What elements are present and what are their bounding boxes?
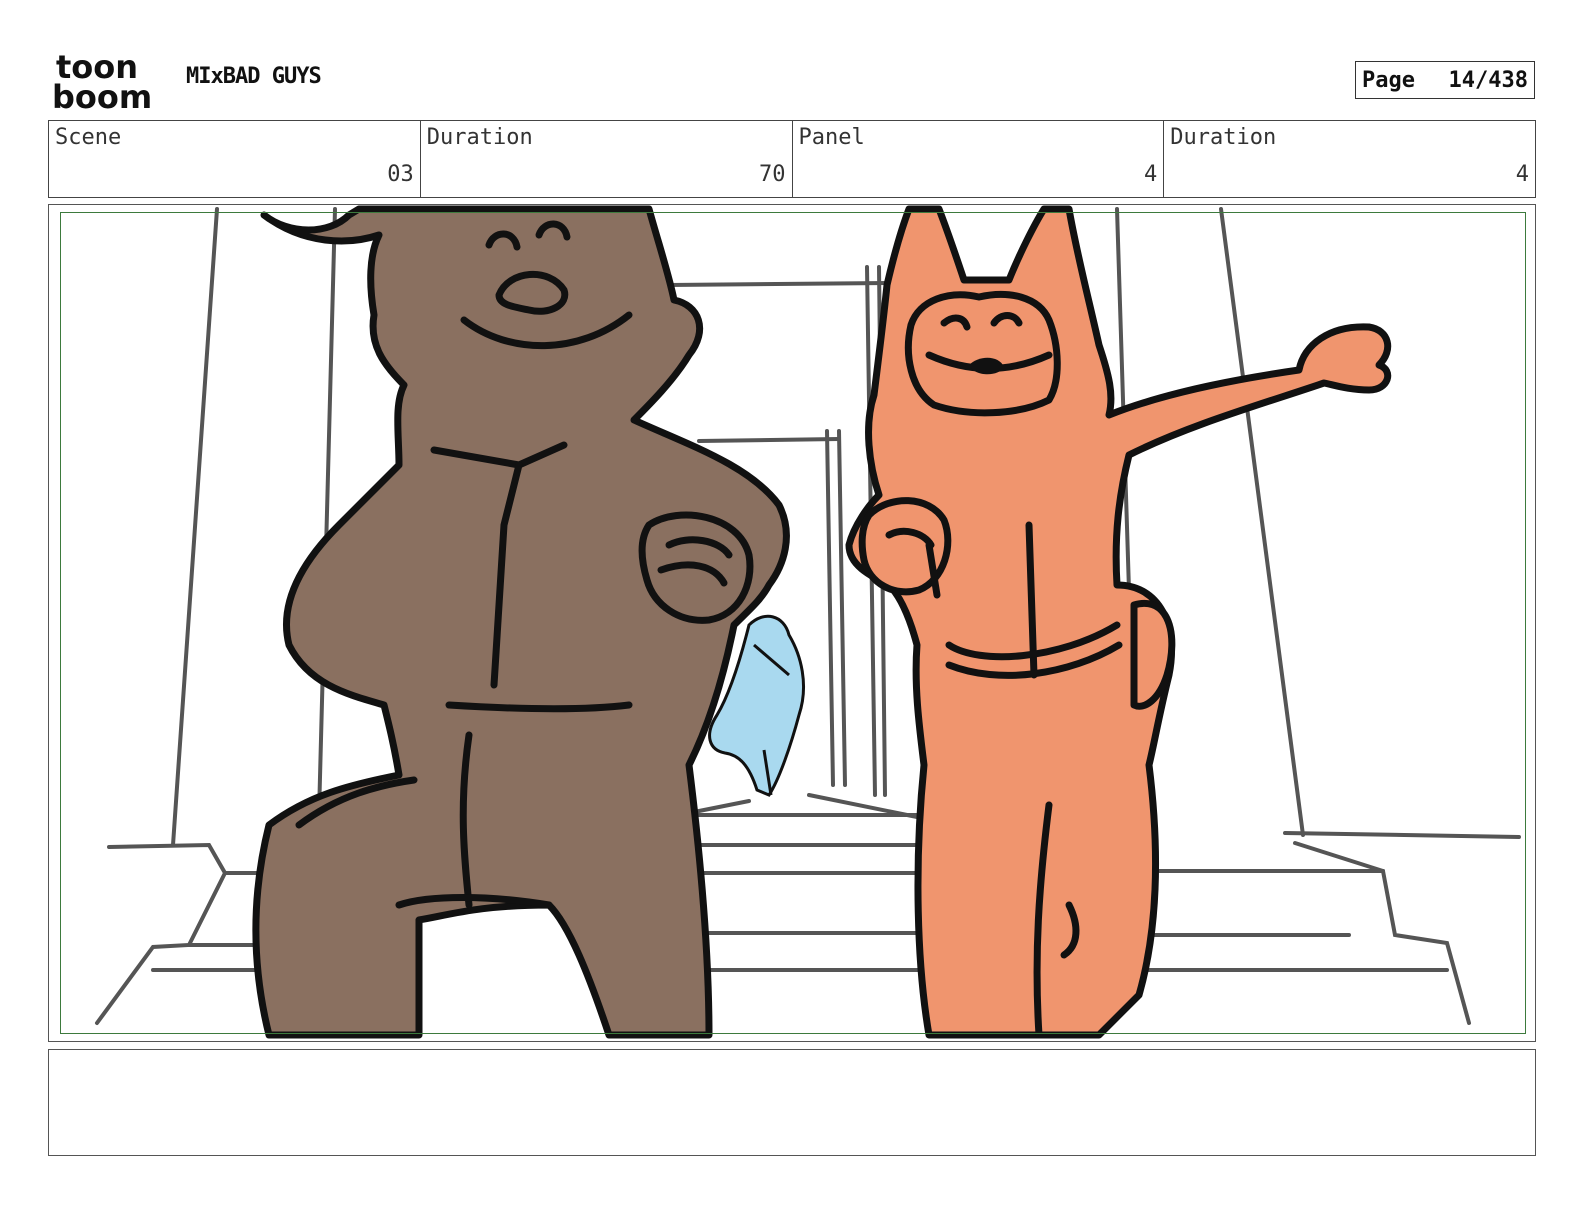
scene-cell: Scene 03 [49, 121, 421, 197]
logo-bottom-text: boom [52, 78, 152, 112]
storyboard-panel [48, 204, 1536, 1042]
panel-notes-box[interactable] [48, 1049, 1536, 1156]
panel-label: Panel [798, 125, 865, 150]
page-label: Page [1362, 67, 1415, 93]
panel-duration-cell: Duration 4 [1164, 121, 1535, 197]
scene-duration-value: 70 [759, 162, 786, 187]
scene-duration-cell: Duration 70 [421, 121, 793, 197]
scene-duration-label: Duration [426, 125, 533, 150]
panel-value: 4 [1144, 162, 1158, 187]
scene-label: Scene [55, 125, 122, 150]
page-indicator: Page 14/438 [1355, 61, 1535, 99]
panel-drawing [95, 205, 1521, 1039]
panel-info-row: Scene 03 Duration 70 Panel 4 Duration 4 [48, 120, 1536, 198]
page-number: 14/438 [1448, 67, 1528, 93]
scene-value: 03 [387, 162, 414, 187]
panel-duration-label: Duration [1170, 125, 1277, 150]
fox-character [845, 205, 1392, 1039]
panel-cell: Panel 4 [793, 121, 1165, 197]
wolf-character [252, 205, 790, 1039]
panel-duration-value: 4 [1515, 162, 1529, 187]
project-title: MIxBAD GUYS [186, 64, 322, 89]
toon-boom-logo: toon boom [52, 50, 152, 112]
